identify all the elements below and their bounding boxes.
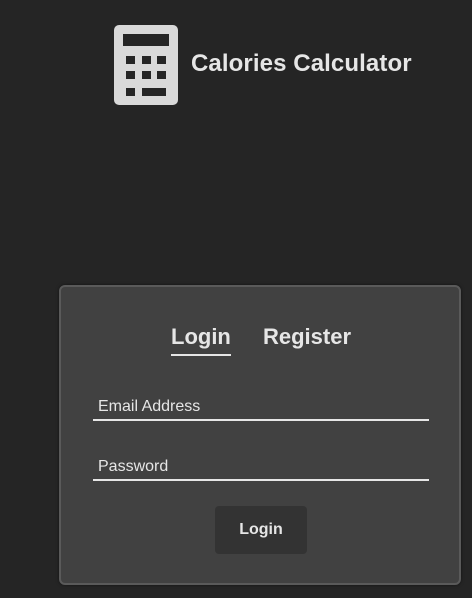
tab-register[interactable]: Register <box>263 324 351 350</box>
login-button[interactable]: Login <box>215 506 307 554</box>
password-field[interactable] <box>93 455 429 481</box>
app-title: Calories Calculator <box>191 50 412 77</box>
calculator-icon <box>114 25 178 105</box>
auth-tabs: Login Register <box>61 324 459 356</box>
auth-card: Login Register Login <box>59 285 461 585</box>
page: Calories Calculator Login Register Login <box>0 0 472 598</box>
tab-login[interactable]: Login <box>171 324 231 356</box>
email-field[interactable] <box>93 395 429 421</box>
